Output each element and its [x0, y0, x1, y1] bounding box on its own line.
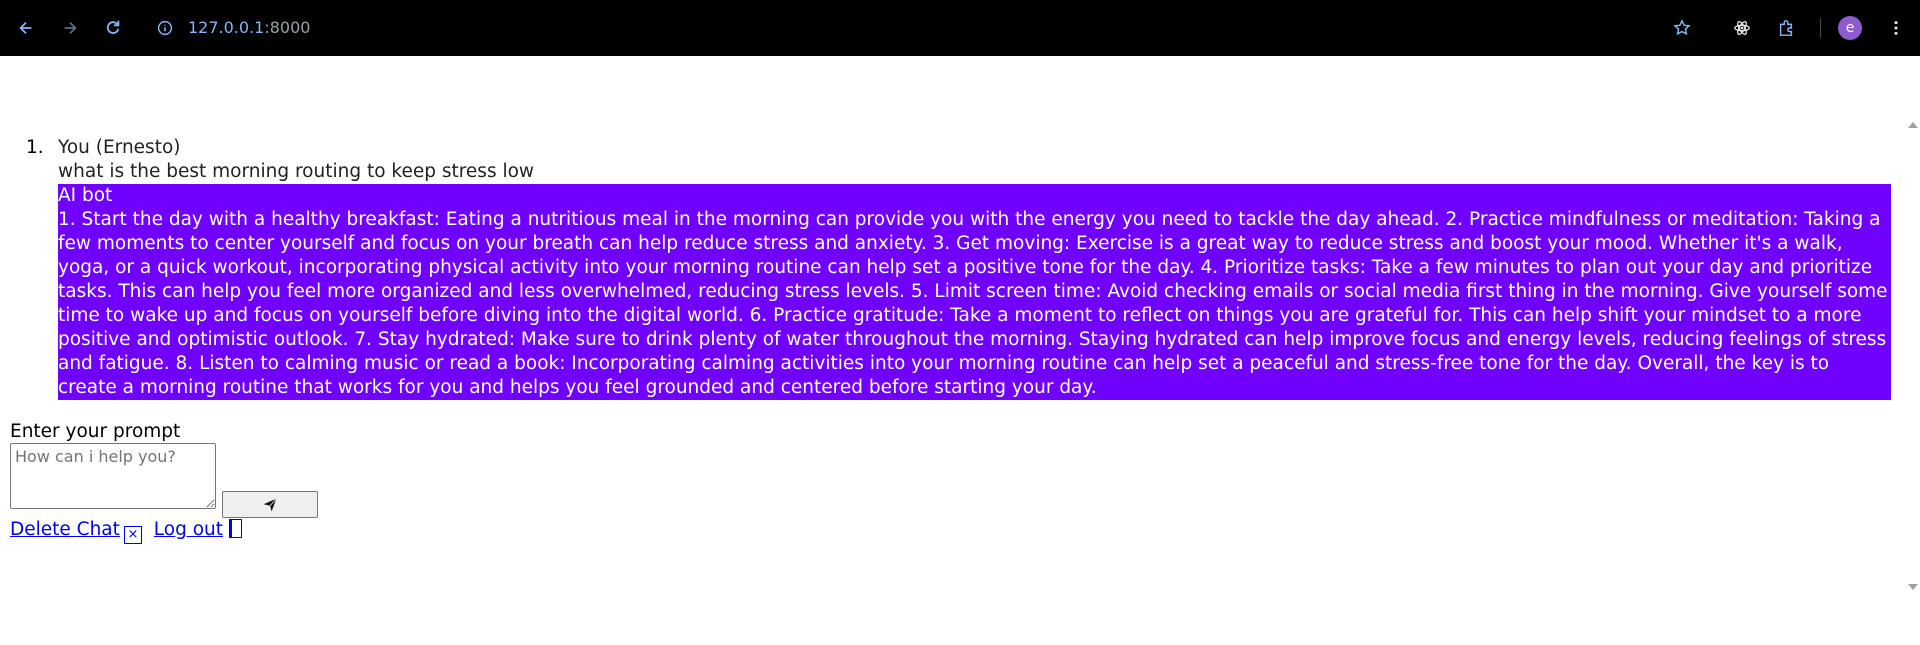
address-bar[interactable]: 127.0.0.1:8000 [188, 17, 310, 39]
send-paper-plane-icon [263, 497, 277, 511]
log-out-link[interactable]: Log out [153, 519, 243, 540]
delete-chat-label: Delete Chat [10, 519, 120, 540]
prompt-input[interactable] [10, 443, 216, 509]
bookmark-star-icon[interactable] [1668, 14, 1696, 42]
delete-x-icon: × [123, 526, 142, 544]
delete-chat-link[interactable]: Delete Chat × [10, 519, 142, 544]
scroll-down-arrow-icon[interactable] [1908, 584, 1918, 590]
reload-icon[interactable] [99, 14, 127, 42]
chat-actions: Delete Chat × Log out [10, 518, 243, 544]
browser-toolbar: 127.0.0.1:8000 e [0, 0, 1920, 56]
scroll-up-arrow-icon[interactable] [1908, 122, 1918, 128]
log-out-label: Log out [153, 519, 224, 540]
user-message: what is the best morning routing to keep… [58, 161, 535, 182]
message-number: 1. [26, 137, 44, 158]
prompt-label: Enter your prompt [10, 421, 181, 442]
bot-label: AI bot [58, 185, 113, 206]
react-devtools-icon[interactable] [1728, 14, 1756, 42]
url-host: 127.0.0.1 [188, 18, 265, 37]
user-label: You (Ernesto) [58, 137, 181, 158]
url-port: :8000 [264, 18, 311, 37]
door-exit-icon [229, 519, 243, 538]
forward-icon[interactable] [56, 14, 84, 42]
bot-message: AI bot 1. Start the day with a healthy b… [58, 184, 1891, 400]
bot-response-text: 1. Start the day with a healthy breakfas… [58, 209, 1888, 398]
scrollbar[interactable] [1904, 116, 1920, 596]
profile-avatar[interactable]: e [1838, 16, 1862, 40]
send-button[interactable] [222, 491, 318, 518]
toolbar-divider [1820, 18, 1821, 38]
back-icon[interactable] [12, 14, 40, 42]
page-content: 1. You (Ernesto) what is the best mornin… [0, 56, 1920, 645]
extensions-puzzle-icon[interactable] [1772, 14, 1800, 42]
menu-kebab-icon[interactable] [1882, 14, 1910, 42]
site-info-icon[interactable] [154, 17, 176, 39]
